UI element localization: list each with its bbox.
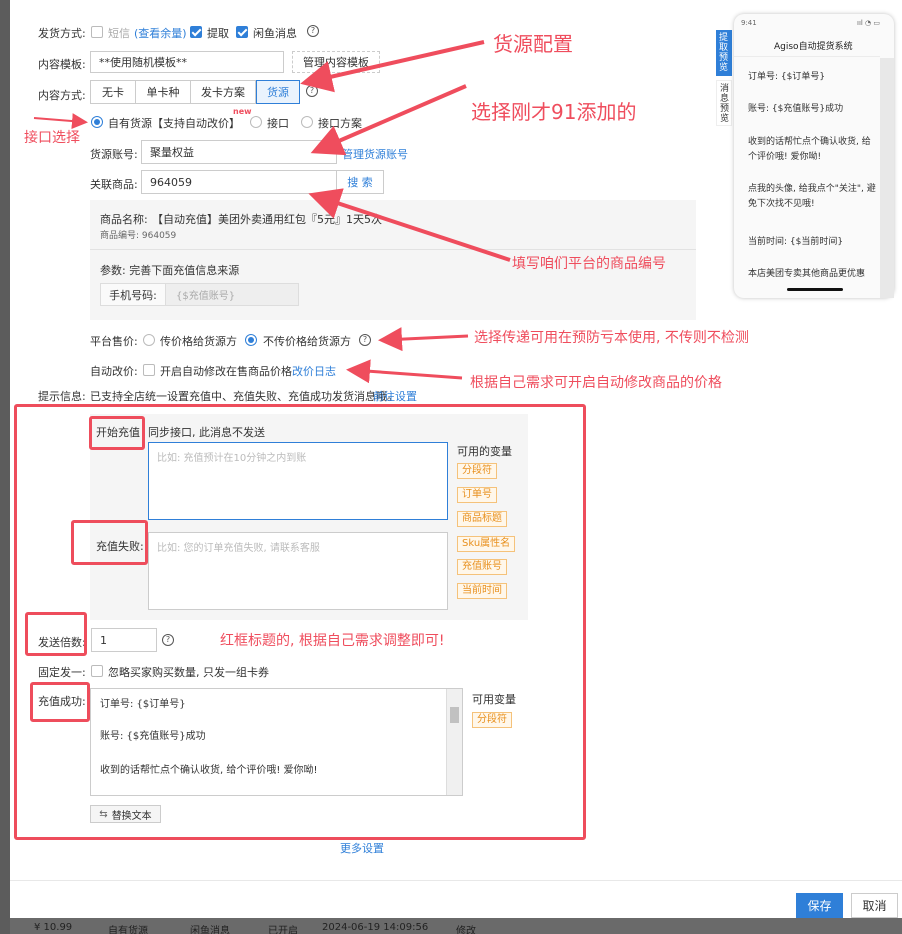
anno-auto-price: 根据自己需求可开启自动修改商品的价格	[470, 375, 722, 391]
anno-red-box-tip: 红框标题的, 根据自己需求调整即可!	[220, 633, 445, 649]
anno-source-config: 货源配置	[493, 32, 573, 56]
anno-select-91: 选择刚才91添加的	[471, 100, 637, 124]
anno-api-select: 接口选择	[24, 130, 80, 146]
annotation-arrows	[33, 40, 511, 384]
anno-fill-code: 填写咱们平台的商品编号	[512, 256, 666, 272]
anno-pass-price: 选择传递可用在预防亏本使用, 不传则不检测	[474, 330, 749, 346]
